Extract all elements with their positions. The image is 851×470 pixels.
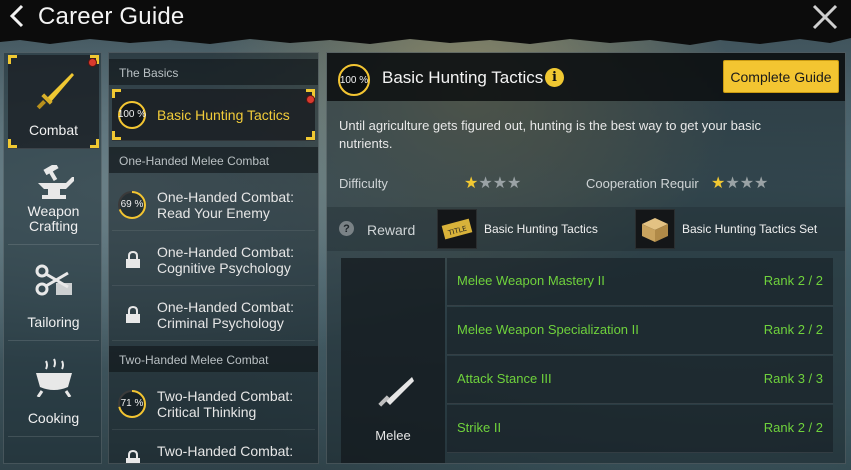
skill-rank: Rank 2 / 2	[763, 322, 823, 337]
progress-text: 69 %	[120, 199, 144, 210]
guide-item-basic-hunting-tactics[interactable]: 100 % Basic Hunting Tactics	[112, 89, 315, 141]
skill-row: Attack Stance III Rank 3 / 3	[447, 356, 833, 404]
guide-detail-panel: 100 % Basic Hunting Tactics i Complete G…	[326, 52, 846, 464]
star-icon: ★	[739, 175, 755, 192]
star-icon: ★	[464, 175, 479, 192]
skill-type-cell: Melee	[341, 258, 445, 463]
skill-row: Melee Weapon Mastery II Rank 2 / 2	[447, 258, 833, 306]
skill-row: Strike II Rank 2 / 2	[447, 405, 833, 453]
category-cooking[interactable]: Cooking	[8, 343, 99, 437]
complete-guide-button[interactable]: Complete Guide	[723, 60, 839, 93]
lock-icon	[126, 449, 140, 463]
chevron-left-icon	[9, 4, 24, 28]
progress-text: 100 %	[339, 74, 369, 86]
lock-icon	[126, 250, 140, 268]
selection-corner	[8, 139, 17, 148]
guide-item-label: One-Handed Combat: Criminal Psychology	[157, 298, 294, 331]
guide-title: Basic Hunting Tactics	[382, 68, 544, 87]
guide-item-label: One-Handed Combat: Read Your Enemy	[157, 188, 294, 221]
selection-corner	[112, 89, 121, 98]
close-button[interactable]	[811, 3, 839, 31]
cooperation-label: Cooperation Requir	[586, 176, 699, 191]
reward-name: Basic Hunting Tactics	[484, 222, 598, 236]
cooking-pot-icon	[35, 358, 72, 397]
notification-dot	[306, 95, 315, 104]
guide-list: The Basics 100 % Basic Hunting Tactics O…	[108, 52, 319, 464]
section-header: Two-Handed Melee Combat	[109, 346, 318, 372]
category-weapon-crafting[interactable]: Weapon Crafting	[8, 151, 99, 245]
skill-rank: Rank 2 / 2	[763, 420, 823, 435]
selection-corner	[90, 139, 99, 148]
back-button[interactable]	[4, 2, 30, 30]
top-bar: Career Guide	[0, 0, 851, 34]
crate-icon	[642, 218, 668, 242]
guide-item-label: Basic Hunting Tactics	[157, 106, 290, 123]
skill-type-label: Melee	[375, 428, 411, 443]
title-badge-icon: TITLE	[441, 218, 473, 240]
category-combat[interactable]: Combat	[8, 55, 99, 149]
skill-name: Strike II	[457, 420, 502, 435]
reward-title-badge[interactable]: TITLE	[437, 209, 477, 249]
star-icon: ★	[725, 175, 740, 192]
reward-crate[interactable]	[635, 209, 675, 249]
category-label: Tailoring	[27, 314, 80, 330]
skill-name: Attack Stance III	[457, 371, 552, 386]
notification-dot	[88, 58, 97, 67]
guide-item-criminal-psychology[interactable]: One-Handed Combat: Criminal Psychology	[112, 289, 315, 341]
reward-label: Reward	[367, 222, 416, 238]
skill-name: Melee Weapon Specialization II	[457, 322, 639, 337]
guide-item-cognitive-psychology[interactable]: One-Handed Combat: Cognitive Psychology	[112, 234, 315, 286]
category-tailoring[interactable]: Tailoring	[8, 247, 99, 341]
anvil-icon	[37, 165, 74, 199]
selection-corner	[112, 131, 121, 140]
scissors-icon	[35, 264, 72, 296]
progress-text: 100 %	[117, 109, 147, 120]
guide-item-label: One-Handed Combat: Cognitive Psychology	[157, 243, 294, 276]
difficulty-label: Difficulty	[339, 176, 388, 191]
progress-ring: 100 %	[337, 63, 371, 97]
star-icon: ★	[492, 175, 508, 192]
guide-item-label: Two-Handed Combat: Critical Thinking	[157, 387, 294, 420]
cooperation-stars: ★★★★	[711, 173, 768, 193]
progress-ring: 71 %	[117, 389, 147, 419]
star-icon: ★	[507, 175, 522, 192]
star-icon: ★	[754, 175, 769, 192]
lock-icon	[126, 305, 140, 323]
dagger-icon	[36, 73, 74, 110]
skill-row: Melee Weapon Specialization II Rank 2 / …	[447, 307, 833, 355]
knife-icon	[378, 377, 414, 407]
info-icon[interactable]: i	[545, 68, 564, 87]
section-header: The Basics	[109, 59, 318, 85]
guide-item-critical-thinking[interactable]: 71 % Two-Handed Combat: Critical Thinkin…	[112, 378, 315, 430]
progress-ring: 100 %	[117, 100, 147, 130]
selection-corner	[306, 131, 315, 140]
reward-name: Basic Hunting Tactics Set	[682, 222, 818, 236]
category-label: Cooking	[27, 410, 80, 426]
skill-name: Melee Weapon Mastery II	[457, 273, 605, 288]
difficulty-stars: ★★★★	[464, 173, 521, 193]
guide-item-two-handed-locked[interactable]: Two-Handed Combat:	[112, 433, 315, 463]
torn-edge-decoration	[0, 34, 851, 45]
help-icon[interactable]: ?	[339, 221, 354, 236]
detail-header: 100 % Basic Hunting Tactics i Complete G…	[327, 53, 845, 101]
close-icon	[812, 4, 838, 30]
section-header: One-Handed Melee Combat	[109, 147, 318, 173]
star-icon: ★	[478, 175, 493, 192]
category-label: Weapon Crafting	[27, 203, 80, 234]
skill-rank: Rank 3 / 3	[763, 371, 823, 386]
page-title: Career Guide	[38, 3, 185, 30]
skill-rank: Rank 2 / 2	[763, 273, 823, 288]
star-icon: ★	[711, 175, 726, 192]
progress-ring: 69 %	[117, 190, 147, 220]
guide-description: Until agriculture gets figured out, hunt…	[339, 118, 762, 151]
selection-corner	[8, 55, 17, 64]
category-sidebar: Combat Weapon Crafting Tailoring Cooking	[3, 52, 102, 464]
progress-text: 71 %	[120, 398, 144, 409]
guide-item-read-your-enemy[interactable]: 69 % One-Handed Combat: Read Your Enemy	[112, 179, 315, 231]
guide-item-label: Two-Handed Combat:	[157, 443, 294, 459]
category-label: Combat	[28, 122, 79, 138]
